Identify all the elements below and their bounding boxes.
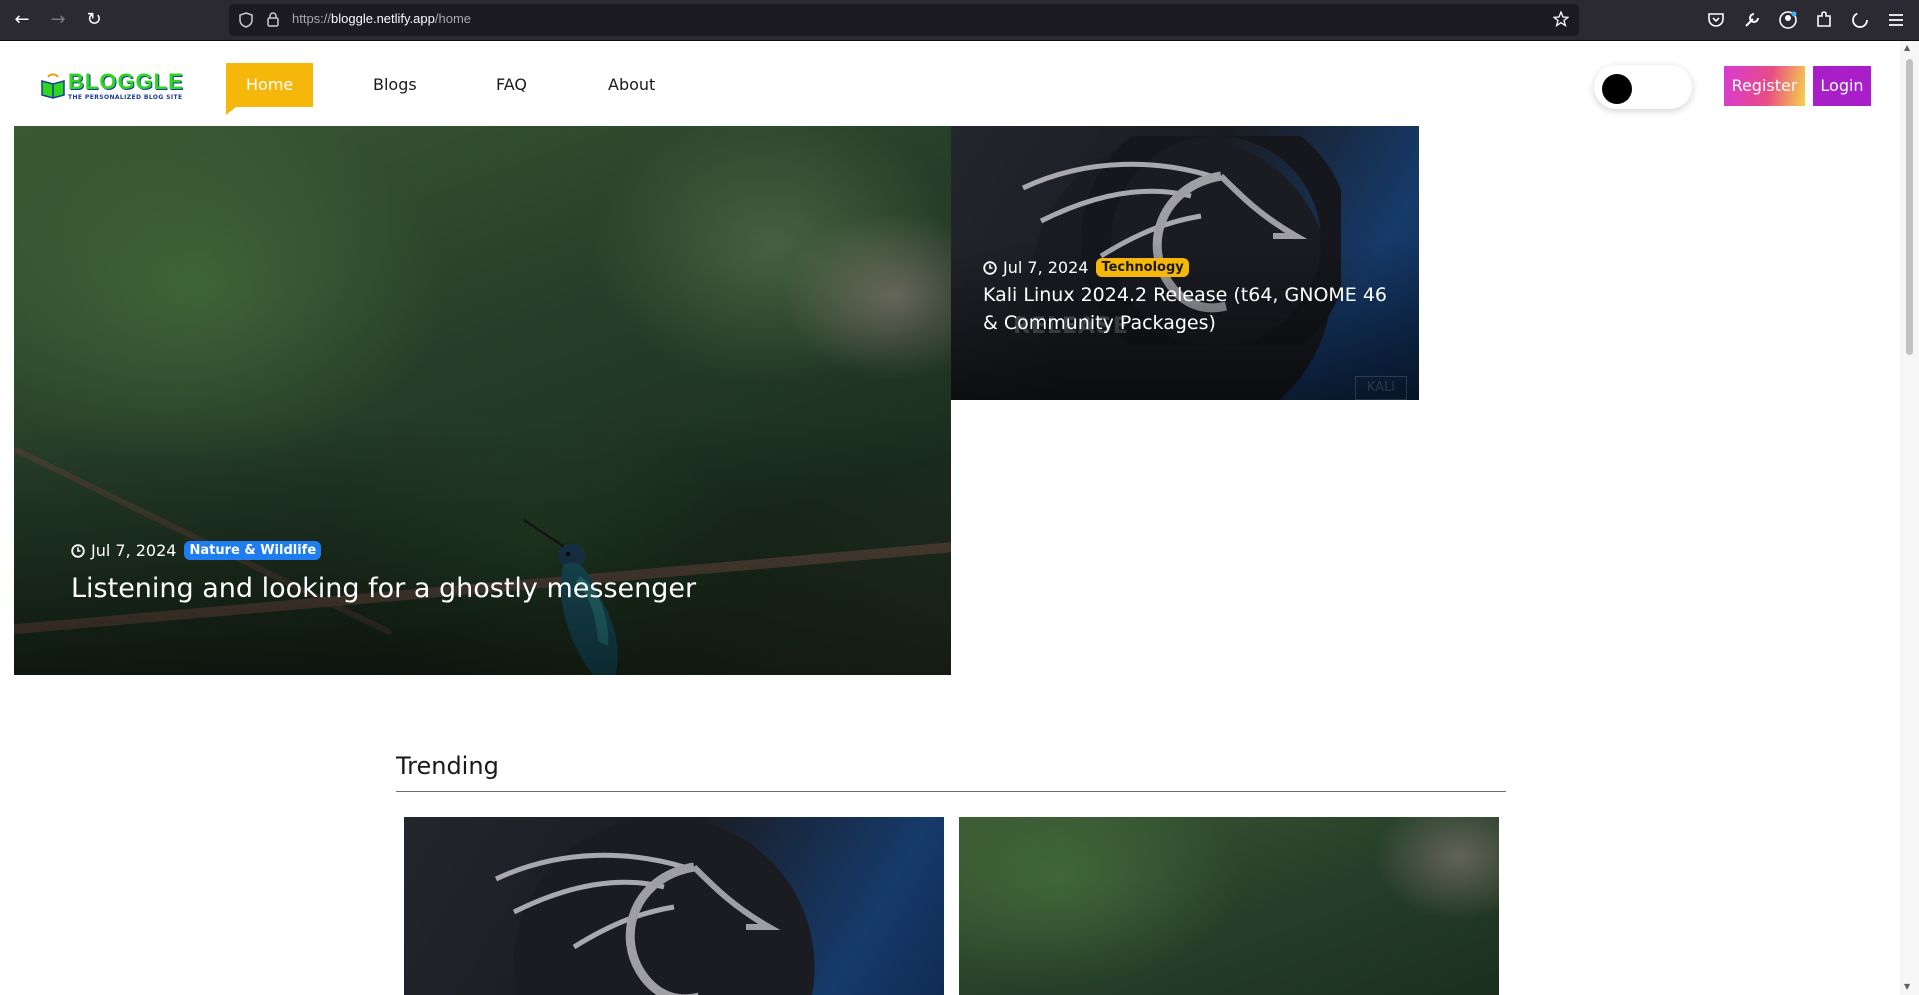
logo-name: BLOGGLE — [68, 69, 184, 94]
scroll-down-icon[interactable]: ▼ — [1904, 982, 1910, 991]
wrench-icon[interactable] — [1740, 8, 1764, 32]
address-bar[interactable]: https://bloggle.netlify.app/home — [229, 4, 1579, 36]
login-button[interactable]: Login — [1813, 66, 1871, 106]
bookmark-star-icon[interactable] — [1553, 11, 1569, 27]
scrollbar-thumb[interactable] — [1906, 59, 1913, 355]
featured-post-main[interactable]: Jul 7, 2024 Nature & Wildlife Listening … — [14, 126, 951, 675]
logo-tagline: THE PERSONALIZED BLOG SITE — [68, 94, 183, 101]
account-icon[interactable] — [1776, 8, 1800, 32]
site-logo[interactable]: BLOGGLE THE PERSONALIZED BLOG SITE — [40, 69, 186, 105]
theme-toggle[interactable] — [1594, 65, 1692, 109]
divider — [396, 791, 1506, 792]
url-host: bloggle.netlify.app — [331, 11, 435, 26]
post-meta: Jul 7, 2024 Nature & Wildlife — [71, 541, 322, 560]
extensions-icon[interactable] — [1812, 8, 1836, 32]
featured-post-side[interactable]: RELEASE KALI Jul 7, 2024 Technology Kali… — [951, 126, 1419, 400]
clock-icon — [71, 543, 85, 558]
url-path: /home — [434, 11, 472, 26]
lock-icon[interactable] — [267, 12, 279, 27]
trending-card[interactable] — [959, 817, 1499, 995]
post-title[interactable]: Kali Linux 2024.2 Release (t64, GNOME 46… — [983, 281, 1403, 337]
post-meta: Jul 7, 2024 Technology — [983, 258, 1189, 277]
page-scrollbar[interactable]: ▲ ▼ — [1900, 41, 1919, 995]
back-icon[interactable]: ← — [10, 8, 34, 32]
browser-toolbar: ← → ↻ https://bloggle.netlify.app/home — [0, 0, 1919, 41]
nav-home[interactable]: Home — [226, 63, 314, 115]
category-badge[interactable]: Nature & Wildlife — [184, 541, 322, 560]
trending-card[interactable] — [404, 817, 944, 995]
nav-blogs[interactable]: Blogs — [373, 63, 417, 107]
toggle-knob[interactable] — [1602, 74, 1632, 104]
url-scheme: https:// — [292, 11, 332, 26]
sync-icon[interactable] — [1848, 8, 1872, 32]
scroll-up-icon[interactable]: ▲ — [1904, 43, 1910, 52]
nav-faq[interactable]: FAQ — [496, 63, 527, 107]
clock-icon — [983, 260, 997, 275]
trending-heading: Trending — [396, 752, 499, 780]
pocket-icon[interactable] — [1704, 8, 1728, 32]
forward-icon[interactable]: → — [46, 8, 70, 32]
reload-icon[interactable]: ↻ — [82, 8, 106, 32]
category-badge[interactable]: Technology — [1096, 258, 1189, 277]
post-date: Jul 7, 2024 — [1003, 258, 1089, 277]
post-date: Jul 7, 2024 — [91, 541, 177, 560]
url-text[interactable]: https://bloggle.netlify.app/home — [292, 11, 471, 26]
kali-dragon-image — [494, 852, 781, 995]
register-button[interactable]: Register — [1724, 66, 1805, 106]
site-header: BLOGGLE THE PERSONALIZED BLOG SITE Home … — [0, 41, 1900, 125]
nav-about[interactable]: About — [608, 63, 655, 107]
shield-icon[interactable] — [239, 12, 253, 28]
menu-icon[interactable] — [1884, 8, 1908, 32]
book-logo-icon — [41, 73, 65, 99]
post-title[interactable]: Listening and looking for a ghostly mess… — [71, 573, 696, 604]
